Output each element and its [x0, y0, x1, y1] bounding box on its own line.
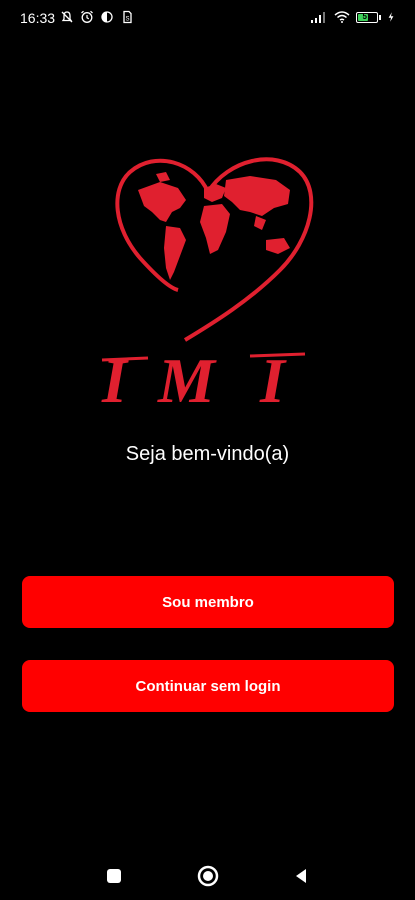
home-button[interactable] [196, 864, 220, 888]
data-saver-icon [101, 11, 113, 23]
continue-without-login-button[interactable]: Continuar sem login [22, 660, 394, 712]
imi-logo: I M I [100, 150, 315, 420]
charging-icon [388, 12, 394, 22]
status-left-icons: S [60, 10, 134, 24]
navigation-bar [0, 852, 415, 900]
sim-icon: S [123, 10, 132, 24]
status-time: 16:33 [20, 10, 56, 26]
back-icon [296, 869, 306, 883]
logo-letter-i-1: I [101, 345, 129, 416]
welcome-text: Seja bem-vindo(a) [125, 443, 290, 465]
battery-icon: 57 [356, 11, 381, 23]
home-icon [197, 865, 219, 887]
muted-notification-icon [61, 11, 73, 23]
signal-icon [311, 12, 325, 23]
wifi-icon [334, 11, 350, 23]
recents-icon [107, 869, 121, 883]
status-right-icons: 57 [310, 10, 395, 24]
back-button[interactable] [289, 864, 313, 888]
svg-text:S: S [125, 17, 129, 23]
battery-level: 57 [362, 11, 372, 21]
status-bar: 16:33 S 57 [0, 0, 415, 36]
member-button[interactable]: Sou membro [22, 576, 394, 628]
recents-button[interactable] [102, 864, 126, 888]
alarm-icon [81, 10, 93, 23]
logo-letter-m: M [157, 345, 217, 416]
